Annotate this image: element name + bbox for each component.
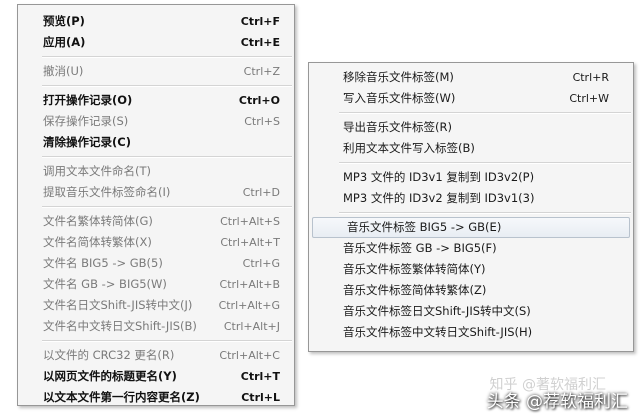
watermark-toutiao: 头条 @荐软福利汇 (486, 392, 628, 412)
menu-separator (339, 162, 631, 164)
menu-item[interactable]: 清除操作记录(C) (18, 132, 294, 153)
menu-separator (42, 340, 292, 342)
menu-separator (339, 112, 631, 114)
menu-separator (339, 212, 631, 214)
menu-item-shortcut: Ctrl+Alt+B (219, 278, 280, 291)
menu-item-label: MP3 文件的 ID3v2 复制到 ID3v1(3) (343, 191, 535, 205)
menu-item[interactable]: 音乐文件标签 BIG5 -> GB(E) (312, 217, 630, 238)
menu-item-shortcut: Ctrl+R (572, 71, 609, 84)
menu-item-label: 保存操作记录(S) (43, 114, 129, 128)
menu-item-label: 音乐文件标签 BIG5 -> GB(E) (347, 220, 502, 234)
context-menu-rename: 预览(P) Ctrl+F 应用(A) Ctrl+E 撤消(U) Ctrl+Z 打开操作记录(… (17, 4, 295, 406)
menu-item-label: 文件名中文转日文Shift-JIS(B) (43, 319, 197, 333)
menu-item-shortcut: Ctrl+E (240, 36, 280, 49)
menu-item-shortcut: Ctrl+T (240, 370, 280, 383)
menu-item-label: 音乐文件标签 GB -> BIG5(F) (343, 241, 497, 255)
menu-item[interactable]: 以文本文件第一行内容更名(Z) Ctrl+L (18, 387, 294, 408)
menu-item[interactable]: 以文件的 CRC32 更名(R) Ctrl+Alt+C (18, 345, 294, 366)
menu-item-shortcut: Ctrl+F (240, 15, 280, 28)
menu-item[interactable]: 预览(P) Ctrl+F (18, 11, 294, 32)
menu-item-label: 撤消(U) (43, 64, 84, 78)
menu-item[interactable]: 音乐文件标签简体转繁体(Z) (309, 280, 633, 301)
menu-item-label: 以文本文件第一行内容更名(Z) (43, 390, 200, 404)
menu-item-shortcut: Ctrl+Alt+S (220, 215, 280, 228)
menu-item[interactable]: 文件名简体转繁体(X) Ctrl+Alt+T (18, 232, 294, 253)
menu-item-label: 文件名 BIG5 -> GB(5) (43, 256, 163, 270)
menu-item-label: 写入音乐文件标签(W) (343, 91, 456, 105)
submenu-music-tags: 移除音乐文件标签(M) Ctrl+R 写入音乐文件标签(W) Ctrl+W 导出音乐文件… (308, 62, 634, 352)
menu-item[interactable]: 以网页文件的标题更名(Y) Ctrl+T (18, 366, 294, 387)
menu-item[interactable]: 文件名繁体转简体(G) Ctrl+Alt+S (18, 211, 294, 232)
menu-item-shortcut: Ctrl+S (244, 115, 280, 128)
menu-item[interactable]: 文件名日文Shift-JIS转中文(J) Ctrl+Alt+G (18, 295, 294, 316)
menu-separator (42, 85, 292, 87)
menu-item-label: 利用文本文件写入标签(B) (343, 141, 475, 155)
menu-item-shortcut: Ctrl+Alt+J (223, 320, 280, 333)
menu-item[interactable]: 文件名 BIG5 -> GB(5) Ctrl+G (18, 253, 294, 274)
menu-item[interactable]: 打开操作记录(O) Ctrl+O (18, 90, 294, 111)
menu-item-label: 文件名 GB -> BIG5(W) (43, 277, 167, 291)
menu-item-label: 导出音乐文件标签(R) (343, 120, 452, 134)
menu-item-label: MP3 文件的 ID3v1 复制到 ID3v2(P) (343, 170, 535, 184)
menu-item-label: 应用(A) (43, 35, 86, 49)
menu-item-shortcut: Ctrl+Alt+G (218, 299, 280, 312)
menu-item[interactable]: 音乐文件标签繁体转简体(Y) (309, 259, 633, 280)
menu-item-label: 文件名繁体转简体(G) (43, 214, 153, 228)
menu-separator (42, 206, 292, 208)
menu-item-label: 文件名简体转繁体(X) (43, 235, 152, 249)
menu-item[interactable]: MP3 文件的 ID3v1 复制到 ID3v2(P) (309, 167, 633, 188)
menu-separator (42, 56, 292, 58)
menu-item[interactable]: 文件名 GB -> BIG5(W) Ctrl+Alt+B (18, 274, 294, 295)
menu-item-shortcut: Ctrl+G (242, 257, 280, 270)
menu-item-label: 音乐文件标签繁体转简体(Y) (343, 262, 486, 276)
menu-item-label: 提取音乐文件标签命名(I) (43, 185, 171, 199)
menu-item[interactable]: 提取音乐文件标签命名(I) Ctrl+D (18, 182, 294, 203)
menu-item-label: 音乐文件标签中文转日文Shift-JIS(H) (343, 325, 533, 339)
menu-item-shortcut: Ctrl+L (241, 391, 280, 404)
menu-item-shortcut: Ctrl+Z (243, 65, 280, 78)
menu-item-label: 移除音乐文件标签(M) (343, 70, 454, 84)
menu-item-label: 清除操作记录(C) (43, 135, 131, 149)
menu-item-shortcut: Ctrl+W (569, 92, 609, 105)
menu-item[interactable]: MP3 文件的 ID3v2 复制到 ID3v1(3) (309, 188, 633, 209)
menu-item-label: 音乐文件标签简体转繁体(Z) (343, 283, 487, 297)
menu-item[interactable]: 写入音乐文件标签(W) Ctrl+W (309, 88, 633, 109)
menu-item[interactable]: 导出音乐文件标签(R) (309, 117, 633, 138)
menu-item[interactable]: 调用文本文件命名(T) (18, 161, 294, 182)
menu-item-label: 以网页文件的标题更名(Y) (43, 369, 177, 383)
menu-item-label: 打开操作记录(O) (43, 93, 133, 107)
menu-item[interactable]: 音乐文件标签日文Shift-JIS转中文(S) (309, 301, 633, 322)
menu-item-label: 音乐文件标签日文Shift-JIS转中文(S) (343, 304, 531, 318)
menu-item-shortcut: Ctrl+Alt+T (220, 236, 280, 249)
menu-item[interactable]: 撤消(U) Ctrl+Z (18, 61, 294, 82)
menu-item-shortcut: Ctrl+Alt+C (219, 349, 280, 362)
menu-item[interactable]: 文件名中文转日文Shift-JIS(B) Ctrl+Alt+J (18, 316, 294, 337)
menu-separator (42, 156, 292, 158)
menu-item[interactable]: 音乐文件标签 GB -> BIG5(F) (309, 238, 633, 259)
menu-item[interactable]: 移除音乐文件标签(M) Ctrl+R (309, 67, 633, 88)
menu-item[interactable]: 保存操作记录(S) Ctrl+S (18, 111, 294, 132)
menu-item-label: 文件名日文Shift-JIS转中文(J) (43, 298, 193, 312)
menu-item[interactable]: 应用(A) Ctrl+E (18, 32, 294, 53)
menu-item[interactable]: 利用文本文件写入标签(B) (309, 138, 633, 159)
menu-item-label: 预览(P) (43, 14, 85, 28)
menu-item[interactable]: 音乐文件标签中文转日文Shift-JIS(H) (309, 322, 633, 343)
menu-item-label: 以文件的 CRC32 更名(R) (43, 348, 175, 362)
menu-item-shortcut: Ctrl+D (242, 186, 280, 199)
menu-item-shortcut: Ctrl+O (238, 94, 280, 107)
menu-item-label: 调用文本文件命名(T) (43, 164, 151, 178)
